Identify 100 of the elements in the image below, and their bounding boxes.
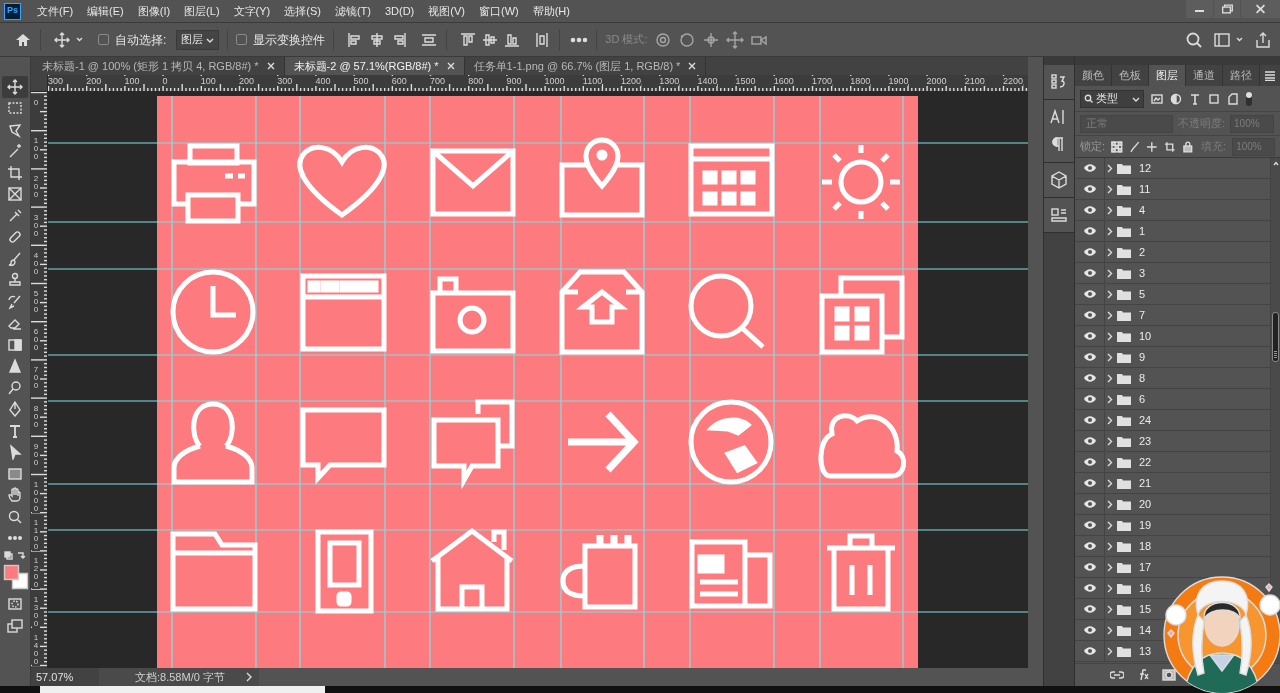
layer-target-dropdown[interactable]: 图层 <box>176 29 220 50</box>
type-icon[interactable] <box>7 422 23 439</box>
pen-icon[interactable] <box>7 401 23 418</box>
eye-icon[interactable] <box>1082 205 1097 215</box>
eye-icon[interactable] <box>1082 247 1097 257</box>
eye-icon[interactable] <box>1082 373 1097 383</box>
search-icon[interactable] <box>1185 30 1203 49</box>
chevron-right-icon[interactable] <box>1107 268 1113 278</box>
type-filter-icon[interactable] <box>1189 92 1201 105</box>
menu-item[interactable]: 3D(D) <box>384 2 415 20</box>
panel-tab[interactable]: 颜色 <box>1075 65 1112 86</box>
menu-item[interactable]: 图层(L) <box>184 2 220 20</box>
eye-icon[interactable] <box>1082 436 1097 446</box>
move-icon[interactable] <box>1146 140 1158 153</box>
quick-mask-icon[interactable] <box>7 596 23 612</box>
dodge-icon[interactable] <box>7 379 23 396</box>
shape-filter-icon[interactable] <box>1208 92 1220 105</box>
chevron-right-icon[interactable] <box>1107 457 1113 467</box>
move-tool-icon[interactable] <box>7 78 23 95</box>
chevron-right-icon[interactable] <box>1107 226 1113 236</box>
chevron-right-icon[interactable] <box>1107 541 1113 551</box>
menu-item[interactable]: 文字(Y) <box>233 2 271 20</box>
pan-icon[interactable] <box>701 30 720 49</box>
chevron-right-icon[interactable] <box>1107 436 1113 446</box>
swap-colors-icon[interactable] <box>3 551 27 561</box>
chevron-right-icon[interactable] <box>1107 646 1113 656</box>
panel-tab[interactable]: 通道 <box>1186 65 1223 86</box>
chevron-right-icon[interactable] <box>1107 205 1113 215</box>
filter-toggle[interactable] <box>1246 91 1252 106</box>
panel-menu-icon[interactable] <box>1264 70 1276 81</box>
chevron-right-icon[interactable] <box>1107 499 1113 509</box>
zoom-icon[interactable] <box>7 508 23 525</box>
share-icon[interactable] <box>1254 30 1272 49</box>
eye-icon[interactable] <box>1082 184 1097 194</box>
chevron-right-icon[interactable] <box>1107 562 1113 572</box>
layer-filter-dropdown[interactable]: 类型 <box>1080 89 1144 108</box>
eye-icon[interactable] <box>1082 268 1097 278</box>
smart-object-filter-icon[interactable] <box>1227 92 1239 105</box>
eye-icon[interactable] <box>1082 541 1097 551</box>
triangle-icon[interactable] <box>7 358 23 375</box>
eye-icon[interactable] <box>1082 625 1097 635</box>
orbit-icon[interactable] <box>653 30 672 49</box>
slide-icon[interactable] <box>725 30 744 49</box>
menu-item[interactable]: 编辑(E) <box>87 2 124 20</box>
chevron-right-icon[interactable] <box>1107 394 1113 404</box>
crop-icon[interactable] <box>1163 140 1176 153</box>
bandage-icon[interactable] <box>7 229 23 246</box>
eye-icon[interactable] <box>1082 457 1097 467</box>
eyedropper-icon[interactable] <box>7 207 23 224</box>
caret-icon[interactable] <box>75 35 84 44</box>
eye-icon[interactable] <box>1082 478 1097 488</box>
lock-icon[interactable] <box>1181 140 1194 153</box>
menu-item[interactable]: 帮助(H) <box>532 2 570 20</box>
chevron-right-icon[interactable] <box>1107 289 1113 299</box>
adjustment-filter-icon[interactable] <box>1170 92 1182 105</box>
eye-icon[interactable] <box>1082 499 1097 509</box>
link-icon[interactable] <box>1110 668 1124 682</box>
chevron-right-icon[interactable] <box>1107 478 1113 488</box>
magic-wand-icon[interactable] <box>7 143 23 160</box>
workspace-icon[interactable] <box>1213 30 1231 49</box>
screen-mode-icon[interactable] <box>7 618 23 634</box>
move-icon[interactable] <box>53 30 71 49</box>
foreground-color-swatch[interactable] <box>3 564 19 581</box>
menu-item[interactable]: 窗口(W) <box>478 2 519 20</box>
chevron-right-icon[interactable] <box>1107 583 1113 593</box>
align-top-icon[interactable] <box>459 30 478 49</box>
history-brush-icon[interactable] <box>7 293 23 310</box>
chevron-right-icon[interactable] <box>1107 184 1113 194</box>
chevron-right-icon[interactable] <box>1107 373 1113 383</box>
brush-icon[interactable] <box>1128 140 1141 153</box>
rectangle-icon[interactable] <box>7 465 23 482</box>
chevron-right-icon[interactable] <box>1107 604 1113 614</box>
chevron-right-icon[interactable] <box>1107 625 1113 635</box>
caret-icon[interactable] <box>1235 35 1244 44</box>
eye-icon[interactable] <box>1082 520 1097 530</box>
panel-tab[interactable]: 路径 <box>1223 65 1260 86</box>
chevron-right-icon[interactable] <box>1107 352 1113 362</box>
chevron-right-icon[interactable] <box>245 672 253 682</box>
hand-icon[interactable] <box>7 487 23 504</box>
chevron-right-icon[interactable] <box>1107 331 1113 341</box>
eye-icon[interactable] <box>1082 163 1097 173</box>
crop-tool-icon[interactable] <box>7 164 23 181</box>
eye-icon[interactable] <box>1082 583 1097 593</box>
panel-tab[interactable]: 图层 <box>1149 65 1186 86</box>
cube-icon[interactable] <box>1049 170 1069 190</box>
chevron-right-icon[interactable] <box>1107 415 1113 425</box>
eye-icon[interactable] <box>1082 562 1097 572</box>
close-icon[interactable] <box>1240 0 1280 18</box>
stamp-icon[interactable] <box>7 272 23 289</box>
chevron-right-icon[interactable] <box>1107 247 1113 257</box>
properties-icon[interactable] <box>1049 205 1069 225</box>
menu-item[interactable]: 视图(V) <box>428 2 465 20</box>
eye-icon[interactable] <box>1082 646 1097 656</box>
checkbox[interactable] <box>98 34 109 45</box>
menu-item[interactable]: 文件(F) <box>37 2 74 20</box>
menu-item[interactable]: 图像(I) <box>137 2 171 20</box>
chevron-right-icon[interactable] <box>1107 163 1113 173</box>
marquee-tool-icon[interactable] <box>7 100 23 117</box>
arrow-pointer-icon[interactable] <box>7 444 23 461</box>
checkerboard-icon[interactable] <box>1111 140 1123 153</box>
